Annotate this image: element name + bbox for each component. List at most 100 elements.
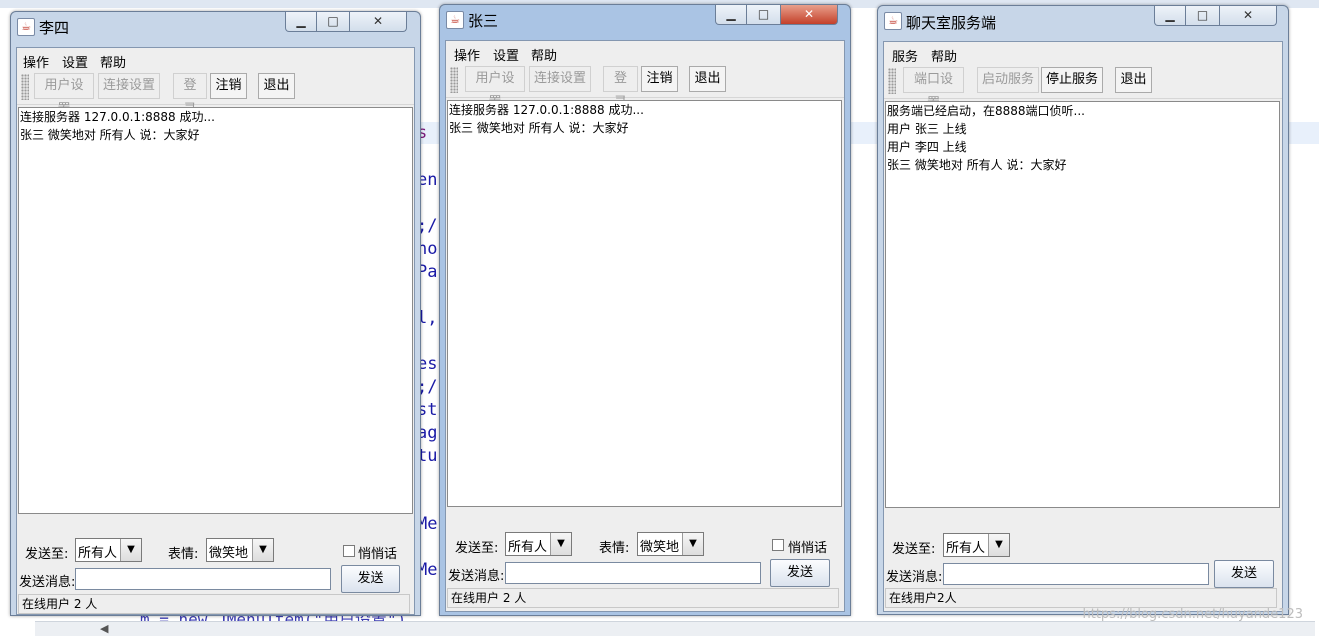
menu-help[interactable]: 帮助 <box>931 46 957 65</box>
menu-help[interactable]: 帮助 <box>100 52 126 71</box>
message-line: 连接服务器 127.0.0.1:8888 成功... <box>449 103 644 117</box>
chat-messages[interactable]: 连接服务器 127.0.0.1:8888 成功... 张三 微笑地对 所有人 说… <box>447 100 842 507</box>
expression-value: 微笑地 <box>209 546 249 561</box>
dropdown-arrow-icon[interactable]: ▼ <box>550 533 571 555</box>
log-line: 服务端已经启动，在8888端口侦听... <box>887 104 1085 118</box>
java-cup-icon[interactable]: ☕ <box>17 18 35 36</box>
maximize-button[interactable]: □ <box>316 12 350 32</box>
menu-bar: 操作 设置 帮助 <box>17 48 414 71</box>
scroll-left-arrow-icon[interactable]: ◀ <box>100 622 108 635</box>
toolbar-grip-icon[interactable] <box>888 68 896 94</box>
dropdown-arrow-icon[interactable]: ▼ <box>120 539 141 561</box>
minimize-button[interactable]: ▁ <box>1154 6 1186 26</box>
message-label: 发送消息: <box>19 575 76 590</box>
menu-bar: 操作 设置 帮助 <box>446 41 844 64</box>
client-area: 操作 设置 帮助 用户设置 连接设置 登录 注销 退出 连接服务器 127.0.… <box>445 40 845 612</box>
client-area: 服务 帮助 端口设置 启动服务 停止服务 退出 服务端已经启动，在8888端口侦… <box>883 41 1283 612</box>
close-button[interactable]: ✕ <box>1219 6 1277 26</box>
exit-button[interactable]: 退出 <box>689 66 726 92</box>
expression-value: 微笑地 <box>640 540 680 555</box>
whisper-checkbox[interactable] <box>343 545 355 557</box>
login-button[interactable]: 登录 <box>603 66 638 110</box>
connect-settings-button[interactable]: 连接设置 <box>98 73 160 99</box>
window-title: 李四 <box>39 19 70 37</box>
menu-service[interactable]: 服务 <box>892 46 918 65</box>
stop-service-button[interactable]: 停止服务 <box>1041 67 1103 93</box>
message-line: 张三 微笑地对 所有人 说：大家好 <box>449 121 629 135</box>
message-label: 发送消息: <box>886 570 943 585</box>
send-to-value: 所有人 <box>78 546 118 561</box>
window-title: 聊天室服务端 <box>906 14 997 32</box>
expression-combo[interactable]: 微笑地 ▼ <box>637 532 704 556</box>
user-settings-button[interactable]: 用户设置 <box>34 73 94 117</box>
message-input[interactable] <box>943 563 1209 585</box>
toolbar: 用户设置 连接设置 登录 注销 退出 <box>446 63 844 110</box>
maximize-button[interactable]: □ <box>1185 6 1220 26</box>
toolbar: 端口设置 启动服务 停止服务 退出 <box>884 64 1282 111</box>
minimize-button[interactable]: ▁ <box>715 5 747 25</box>
message-line: 张三 微笑地对 所有人 说：大家好 <box>20 128 200 142</box>
menu-help[interactable]: 帮助 <box>531 45 557 64</box>
send-to-combo[interactable]: 所有人 ▼ <box>75 538 142 562</box>
title-bar[interactable]: ☕ 李四 ▁ □ ✕ <box>11 12 420 40</box>
java-cup-icon[interactable]: ☕ <box>884 12 902 30</box>
send-button[interactable]: 发送 <box>1214 560 1274 588</box>
whisper-checkbox[interactable] <box>772 539 784 551</box>
window-title: 张三 <box>468 12 499 30</box>
logout-button[interactable]: 注销 <box>641 66 678 92</box>
send-to-value: 所有人 <box>946 541 986 556</box>
java-cup-icon[interactable]: ☕ <box>446 11 464 29</box>
menu-settings[interactable]: 设置 <box>493 45 519 64</box>
send-button[interactable]: 发送 <box>770 559 830 587</box>
client-area: 操作 设置 帮助 用户设置 连接设置 登录 注销 退出 连接服务器 127.0.… <box>16 47 415 615</box>
menu-operate[interactable]: 操作 <box>454 45 480 64</box>
log-line: 用户 张三 上线 <box>887 122 967 136</box>
minimize-button[interactable]: ▁ <box>285 12 317 32</box>
toolbar: 用户设置 连接设置 登录 注销 退出 <box>17 70 414 117</box>
log-line: 用户 李四 上线 <box>887 140 967 154</box>
close-button[interactable]: ✕ <box>349 12 407 32</box>
menu-bar: 服务 帮助 <box>884 42 1282 65</box>
send-button[interactable]: 发送 <box>341 565 400 593</box>
exit-button[interactable]: 退出 <box>258 73 295 99</box>
send-to-combo[interactable]: 所有人 ▼ <box>943 533 1010 557</box>
dropdown-arrow-icon[interactable]: ▼ <box>682 533 703 555</box>
ide-horizontal-scrollbar[interactable] <box>35 621 1315 636</box>
port-settings-button[interactable]: 端口设置 <box>903 67 964 111</box>
whisper-label: 悄悄话 <box>358 547 398 562</box>
client-window-lisi: ☕ 李四 ▁ □ ✕ 操作 设置 帮助 用户设置 连接设置 登录 注销 退出 连… <box>10 11 421 616</box>
expression-combo[interactable]: 微笑地 ▼ <box>206 538 274 562</box>
message-line: 连接服务器 127.0.0.1:8888 成功... <box>20 110 215 124</box>
logout-button[interactable]: 注销 <box>210 73 247 99</box>
menu-settings[interactable]: 设置 <box>62 52 88 71</box>
exit-button[interactable]: 退出 <box>1115 67 1152 93</box>
send-to-combo[interactable]: 所有人 ▼ <box>505 532 572 556</box>
message-input[interactable] <box>505 562 761 584</box>
menu-operate[interactable]: 操作 <box>23 52 49 71</box>
login-button[interactable]: 登录 <box>173 73 207 117</box>
whisper-label: 悄悄话 <box>788 541 828 556</box>
title-bar[interactable]: ☕ 张三 ▁ □ ✕ <box>440 5 850 33</box>
dropdown-arrow-icon[interactable]: ▼ <box>252 539 273 561</box>
toolbar-grip-icon[interactable] <box>450 67 458 93</box>
chat-messages[interactable]: 连接服务器 127.0.0.1:8888 成功... 张三 微笑地对 所有人 说… <box>18 107 413 514</box>
watermark: https://blog.csdn.net/huyande123 <box>1082 607 1304 622</box>
connect-settings-button[interactable]: 连接设置 <box>529 66 591 92</box>
title-bar[interactable]: ☕ 聊天室服务端 ▁ □ ✕ <box>878 6 1288 34</box>
start-service-button[interactable]: 启动服务 <box>977 67 1039 93</box>
toolbar-grip-icon[interactable] <box>21 74 29 100</box>
expression-label: 表情: <box>599 541 630 556</box>
expression-label: 表情: <box>168 547 199 562</box>
dropdown-arrow-icon[interactable]: ▼ <box>988 534 1009 556</box>
send-to-value: 所有人 <box>508 540 548 555</box>
close-button[interactable]: ✕ <box>780 5 838 25</box>
maximize-button[interactable]: □ <box>746 5 781 25</box>
server-window: ☕ 聊天室服务端 ▁ □ ✕ 服务 帮助 端口设置 启动服务 停止服务 退出 服… <box>877 5 1289 615</box>
message-input[interactable] <box>75 568 331 590</box>
user-settings-button[interactable]: 用户设置 <box>465 66 525 110</box>
status-bar: 在线用户2人 <box>885 588 1277 608</box>
status-bar: 在线用户 2 人 <box>18 594 410 614</box>
server-log[interactable]: 服务端已经启动，在8888端口侦听... 用户 张三 上线 用户 李四 上线 张… <box>885 101 1280 508</box>
status-bar: 在线用户 2 人 <box>447 588 839 608</box>
message-label: 发送消息: <box>448 569 505 584</box>
